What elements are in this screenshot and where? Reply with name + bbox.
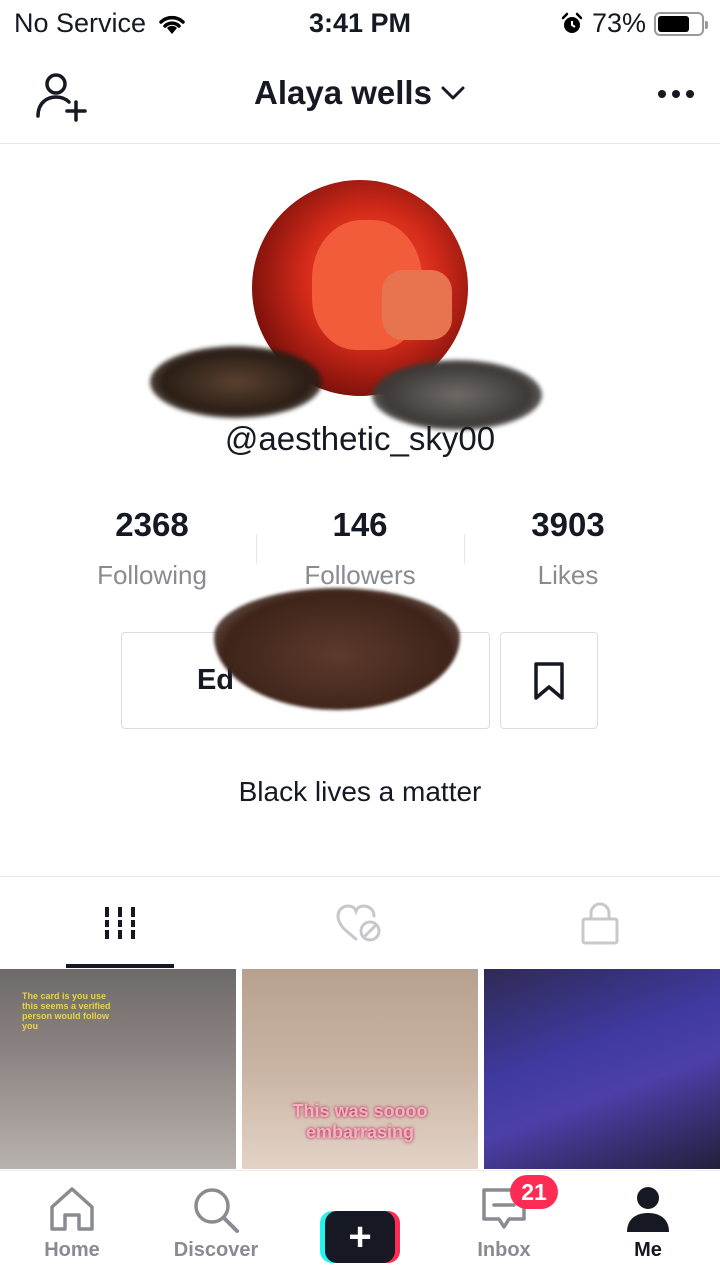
stat-label: Likes xyxy=(537,560,599,590)
videos-grid-icon xyxy=(102,906,138,939)
profile-icon xyxy=(627,1187,669,1232)
bottom-navigation: Home Discover + Inbox 21 Me xyxy=(0,1170,720,1280)
username: @aesthetic_sky00 xyxy=(224,420,496,457)
create-button[interactable]: + xyxy=(320,1211,400,1263)
inbox-badge: 21 xyxy=(510,1175,558,1209)
tab-private[interactable] xyxy=(480,877,720,968)
more-options-button[interactable] xyxy=(652,78,700,110)
video-caption: This was soooo embarrasing xyxy=(292,1101,428,1142)
private-lock-icon xyxy=(581,902,619,944)
status-bar: No Service 3:41 PM 73% xyxy=(0,0,720,48)
more-icon-dot xyxy=(672,90,680,98)
video-thumbnail[interactable]: The card is you use this seems a verifie… xyxy=(0,969,236,1169)
bookmark-icon xyxy=(534,661,564,700)
video-thumbnail[interactable] xyxy=(484,969,720,1169)
nav-label: Me xyxy=(634,1239,662,1261)
battery-icon xyxy=(654,11,708,36)
stat-value: 146 xyxy=(332,506,388,543)
video-caption: The card is you use this seems a verifie… xyxy=(22,991,111,1031)
nav-inbox[interactable]: Inbox 21 xyxy=(432,1171,576,1280)
favorites-button[interactable] xyxy=(500,632,598,729)
status-right: 73% xyxy=(560,8,708,39)
stat-value: 2368 xyxy=(115,506,189,543)
account-switcher[interactable]: Alaya wells xyxy=(0,74,720,112)
nav-me[interactable]: Me xyxy=(576,1171,720,1280)
stat-value: 3903 xyxy=(531,506,605,543)
tab-videos[interactable] xyxy=(0,877,240,968)
video-grid: The card is you use this seems a verifie… xyxy=(0,969,720,1169)
nav-create[interactable]: + xyxy=(288,1171,432,1280)
nav-discover[interactable]: Discover xyxy=(144,1171,288,1280)
home-icon xyxy=(50,1187,94,1231)
stat-following[interactable]: 2368 Following xyxy=(48,500,256,600)
account-name: Alaya wells xyxy=(254,74,432,111)
video-thumbnail[interactable]: This was soooo embarrasing xyxy=(242,969,478,1169)
battery-level xyxy=(658,15,689,32)
nav-label: Home xyxy=(44,1239,100,1261)
stat-followers[interactable]: 146 Followers xyxy=(256,500,464,600)
battery-percent: 73% xyxy=(591,8,646,38)
tab-liked[interactable] xyxy=(240,877,480,968)
more-icon xyxy=(658,90,666,98)
nav-label: Inbox xyxy=(477,1239,531,1261)
stat-likes[interactable]: 3903 Likes xyxy=(464,500,672,600)
plus-icon: + xyxy=(325,1211,395,1263)
alarm-icon xyxy=(561,12,583,33)
profile-stats: 2368 Following 146 Followers 3903 Likes xyxy=(48,500,672,600)
profile-tabs xyxy=(0,876,720,968)
nav-home[interactable]: Home xyxy=(0,1171,144,1280)
avatar-image-hands xyxy=(382,270,452,340)
eye-sticker-left xyxy=(150,346,322,418)
stat-label: Following xyxy=(97,560,207,590)
search-icon xyxy=(194,1188,239,1233)
more-icon-dot xyxy=(686,90,694,98)
profile-bio: Black lives a matter xyxy=(238,776,482,807)
profile-header: Alaya wells xyxy=(0,48,720,144)
chevron-down-icon xyxy=(441,86,465,100)
nav-label: Discover xyxy=(173,1239,259,1261)
liked-hidden-icon xyxy=(336,903,381,941)
